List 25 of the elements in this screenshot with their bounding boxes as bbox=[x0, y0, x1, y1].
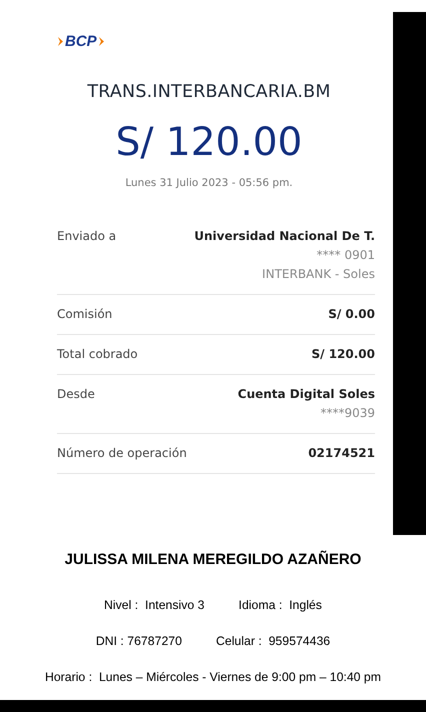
detail-label: Desde bbox=[57, 387, 95, 403]
amount: S/ 120.00 bbox=[114, 120, 304, 165]
student-name: JULISSA MILENA MEREGILDO AZAÑERO bbox=[64, 551, 362, 568]
student-info: Celular : 959574436 bbox=[216, 634, 330, 648]
detail-value: Universidad Nacional De T. bbox=[194, 229, 375, 243]
detail-value: Cuenta Digital Soles bbox=[238, 387, 375, 401]
detail-label: Total cobrado bbox=[57, 347, 138, 361]
detail-label: Enviado a bbox=[57, 229, 116, 245]
detail-value: S/ 120.00 bbox=[311, 347, 375, 361]
student-info: Nivel : Intensivo 3 bbox=[104, 598, 205, 612]
detail-value: INTERBANK - Soles bbox=[262, 267, 375, 281]
transaction-date: Lunes 31 Julio 2023 - 05:56 pm. bbox=[124, 177, 294, 189]
detail-value: 02174521 bbox=[308, 446, 375, 460]
chevron-icon bbox=[98, 36, 105, 46]
student-info: DNI : 76787270 bbox=[96, 634, 182, 648]
detail-label: Número de operación bbox=[57, 446, 187, 460]
detail-value: ****9039 bbox=[320, 406, 375, 420]
chevron-icon bbox=[57, 36, 64, 46]
transaction-title: TRANS.INTERBANCARIA.BM bbox=[86, 82, 332, 102]
bank-logo: BCP bbox=[65, 32, 97, 50]
detail-value: S/ 0.00 bbox=[328, 307, 375, 321]
student-info: Idioma : Inglés bbox=[238, 598, 322, 612]
detail-value: **** 0901 bbox=[316, 248, 375, 262]
student-info: Horario : Lunes – Miércoles - Viernes de 9:00 pm – 10:40 pm bbox=[44, 670, 382, 684]
detail-label: Comisión bbox=[57, 307, 112, 321]
